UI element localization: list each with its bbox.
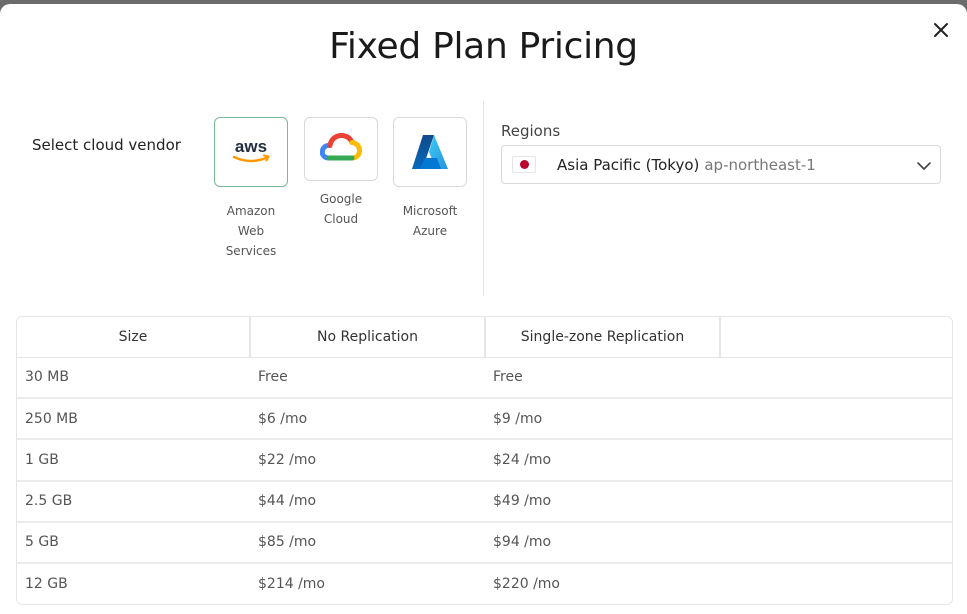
region-dropdown[interactable]: Asia Pacific (Tokyo) ap-northeast-1 <box>501 145 941 184</box>
vendor-name-line: Azure <box>412 224 448 238</box>
pricing-table: Size No Replication Single-zone Replicat… <box>16 316 953 606</box>
cell-no-replication: Free <box>258 369 288 386</box>
region-name: Asia Pacific (Tokyo) <box>557 155 700 174</box>
column-header-no-replication: No Replication <box>250 317 486 358</box>
cell-single-zone: $94 /mo <box>485 520 720 563</box>
region-code: ap-northeast-1 <box>704 155 816 174</box>
google-cloud-logo-icon <box>320 132 362 161</box>
vendor-name-line: Web <box>237 224 265 238</box>
vendor-tile-google-cloud[interactable] <box>304 117 378 181</box>
vendor-name-line: Google <box>319 192 363 206</box>
regions-label: Regions <box>501 122 561 140</box>
microsoft-azure-logo-icon <box>412 135 448 169</box>
cell-empty <box>720 438 952 481</box>
vendor-name-microsoft-azure: Microsoft Azure <box>393 201 467 241</box>
vendor-tile-microsoft-azure[interactable] <box>393 117 467 187</box>
cell-no-replication: $22 /mo <box>250 438 485 481</box>
cell-single-zone: $9 /mo <box>485 397 720 440</box>
japan-flag-icon <box>512 156 536 173</box>
vendor-name-google-cloud: Google Cloud <box>304 189 378 229</box>
column-header-size: Size <box>17 317 251 358</box>
cell-size: 30 MB <box>25 369 69 386</box>
table-row: 250 MB $6 /mo $9 /mo <box>17 397 952 440</box>
cell-single-zone: $220 /mo <box>485 561 720 605</box>
pricing-dialog: Fixed Plan Pricing Select cloud vendor a… <box>0 4 967 614</box>
chevron-down-icon[interactable] <box>916 159 932 173</box>
aws-logo-text: aws <box>235 137 267 156</box>
cell-size: 5 GB <box>17 520 250 563</box>
cell-single-zone: $49 /mo <box>485 479 720 522</box>
vendor-name-line: Amazon <box>226 204 276 218</box>
cell-size: 1 GB <box>17 438 250 481</box>
cell-single-zone: Free <box>493 369 523 386</box>
cell-empty <box>720 479 952 522</box>
table-row: 30 MB Free Free <box>17 357 952 398</box>
dialog-title: Fixed Plan Pricing <box>329 26 638 67</box>
vendor-name-line: Microsoft <box>402 204 458 218</box>
column-header-single-zone-replication: Single-zone Replication <box>485 317 721 358</box>
cell-empty <box>720 520 952 563</box>
vendor-option-google-cloud[interactable]: Google Cloud <box>304 117 378 229</box>
table-row: 1 GB $22 /mo $24 /mo <box>17 438 952 481</box>
cell-single-zone: $24 /mo <box>485 438 720 481</box>
cell-no-replication: $6 /mo <box>250 397 485 440</box>
section-divider <box>483 101 484 296</box>
vendor-option-microsoft-azure[interactable]: Microsoft Azure <box>393 117 467 241</box>
table-row: 2.5 GB $44 /mo $49 /mo <box>17 479 952 522</box>
table-row: 12 GB $214 /mo $220 /mo <box>17 561 952 605</box>
cell-size: 250 MB <box>17 397 250 440</box>
table-row: 5 GB $85 /mo $94 /mo <box>17 520 952 563</box>
cell-no-replication: $214 /mo <box>250 561 485 605</box>
vendor-tile-aws[interactable]: aws <box>214 117 288 187</box>
cell-empty <box>720 397 952 440</box>
cell-size: 12 GB <box>17 561 250 605</box>
vendor-select-label: Select cloud vendor <box>32 136 181 154</box>
aws-logo-icon: aws <box>232 137 270 163</box>
cell-no-replication: $85 /mo <box>250 520 485 563</box>
vendor-name-line: Services <box>225 244 277 258</box>
cell-empty <box>720 357 952 398</box>
cell-no-replication: $44 /mo <box>250 479 485 522</box>
vendor-option-aws[interactable]: aws Amazon Web Services <box>214 117 288 261</box>
vendor-name-aws: Amazon Web Services <box>214 201 288 261</box>
cell-empty <box>720 561 952 605</box>
vendor-name-line: Cloud <box>323 212 359 226</box>
cell-size: 2.5 GB <box>17 479 250 522</box>
table-header-row: Size No Replication Single-zone Replicat… <box>17 317 952 358</box>
column-header-empty <box>720 317 952 358</box>
